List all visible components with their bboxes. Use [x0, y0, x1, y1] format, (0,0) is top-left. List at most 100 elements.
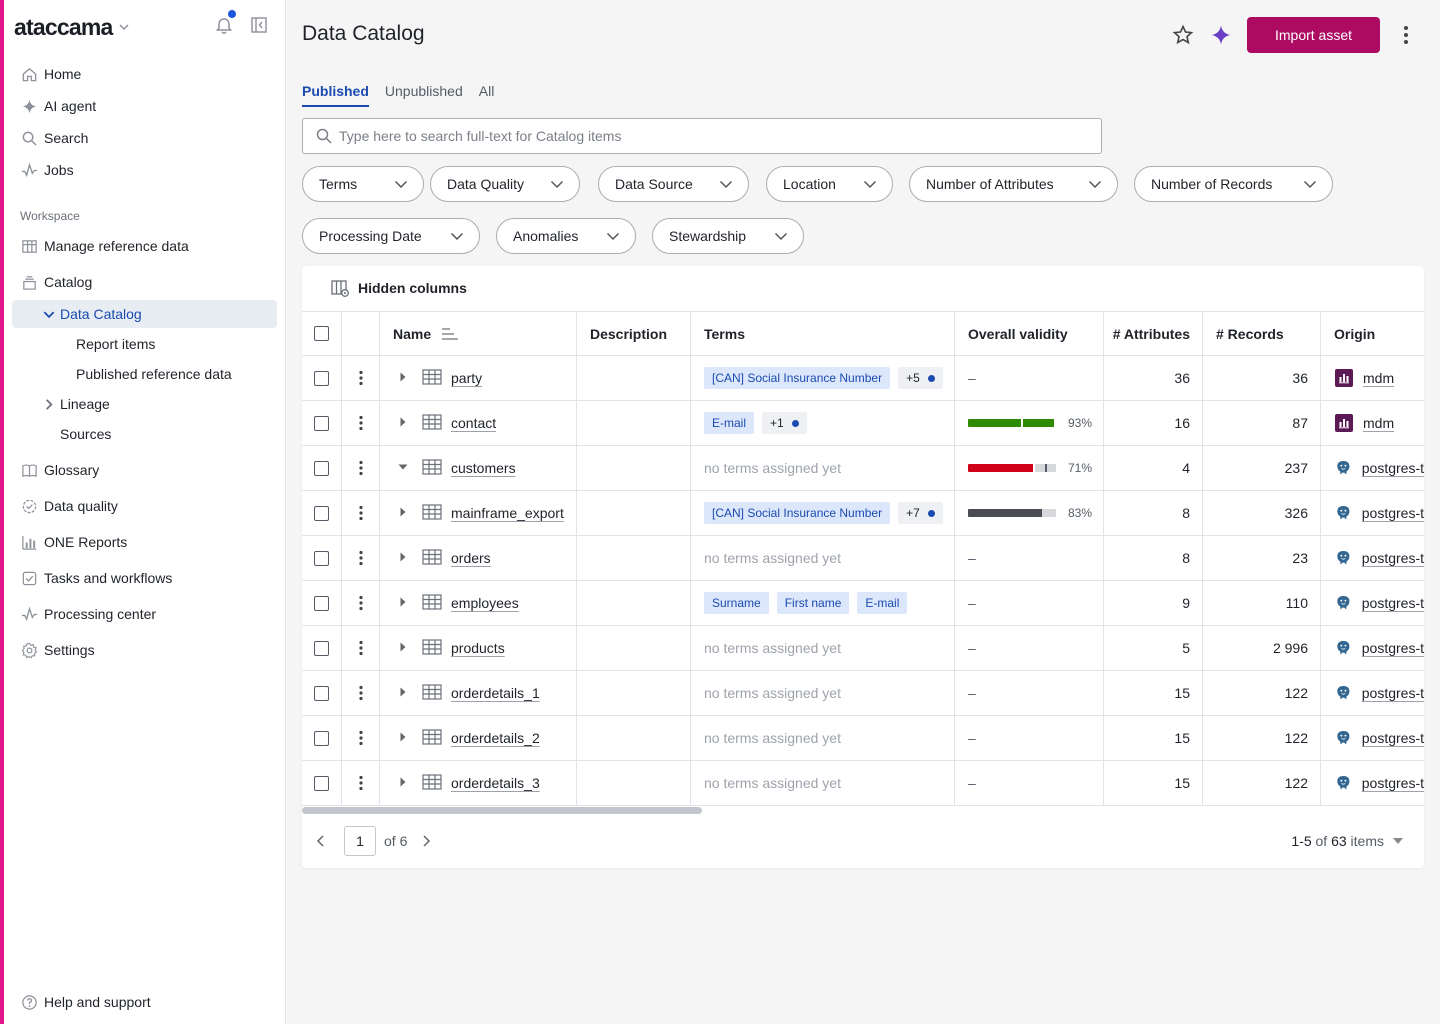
table-row[interactable]: products no terms assigned yet – 5 2 996 post… [302, 626, 1424, 671]
table-row[interactable]: contact E-mail +1 93% 16 87 mdm [302, 401, 1424, 446]
more-options-icon[interactable] [353, 595, 369, 611]
row-checkbox[interactable] [314, 370, 329, 386]
tab-all[interactable]: All [479, 83, 495, 107]
more-terms-chip[interactable]: +7 [898, 502, 943, 524]
asset-name-link[interactable]: employees [451, 595, 519, 611]
origin-link[interactable]: postgres-t [1362, 640, 1424, 656]
more-options-icon[interactable] [353, 415, 369, 431]
tab-published[interactable]: Published [302, 83, 369, 107]
sidebar-item-manage-reference-data[interactable]: Manage reference data [12, 232, 277, 260]
star-icon[interactable] [1172, 24, 1194, 46]
filter-number-of-attributes[interactable]: Number of Attributes [909, 166, 1118, 202]
more-options-icon[interactable] [353, 640, 369, 656]
brand-logo[interactable]: ataccama [14, 14, 113, 41]
sidebar-item-processing-center[interactable]: Processing center [12, 600, 277, 628]
chevron-right-icon[interactable] [419, 834, 433, 848]
term-chip[interactable]: [CAN] Social Insurance Number [704, 502, 891, 524]
asset-name-link[interactable]: orderdetails_2 [451, 730, 540, 746]
row-checkbox[interactable] [314, 640, 329, 656]
more-options-icon[interactable] [353, 505, 369, 521]
sort-icon[interactable] [441, 327, 459, 341]
filter-anomalies[interactable]: Anomalies [496, 218, 636, 254]
ai-sparkle-icon[interactable] [1210, 24, 1232, 46]
table-row[interactable]: orders no terms assigned yet – 8 23 postgres-… [302, 536, 1424, 581]
more-terms-chip[interactable]: +5 [898, 367, 943, 389]
origin-link[interactable]: postgres-t [1362, 550, 1424, 566]
tab-unpublished[interactable]: Unpublished [385, 83, 463, 107]
more-options-icon[interactable] [353, 685, 369, 701]
table-row[interactable]: customers no terms assigned yet 71% 4 237 pos… [302, 446, 1424, 491]
sidebar-item-glossary[interactable]: Glossary [12, 456, 277, 484]
sidebar-item-published-reference-data[interactable]: Published reference data [12, 360, 277, 388]
row-checkbox[interactable] [314, 460, 329, 476]
row-checkbox[interactable] [314, 730, 329, 746]
sidebar-item-data-quality[interactable]: Data quality [12, 492, 277, 520]
sidebar-item-report-items[interactable]: Report items [12, 330, 277, 358]
expand-icon[interactable] [397, 370, 409, 386]
sidebar-item-tasks-and-workflows[interactable]: Tasks and workflows [12, 564, 277, 592]
asset-name-link[interactable]: customers [451, 460, 516, 476]
sidebar-item-sources[interactable]: Sources [12, 420, 277, 448]
sidebar-item-home[interactable]: Home [12, 60, 277, 88]
more-options-icon[interactable] [1396, 24, 1416, 46]
filter-terms[interactable]: Terms [302, 166, 424, 202]
origin-link[interactable]: postgres-t [1362, 775, 1424, 791]
origin-link[interactable]: mdm [1363, 415, 1394, 431]
more-terms-chip[interactable]: +1 [762, 412, 807, 434]
chevron-down-icon[interactable] [42, 305, 56, 323]
column-header-overall-validity[interactable]: Overall validity [955, 312, 1104, 355]
chevron-down-icon[interactable] [118, 21, 130, 33]
sidebar-item-help-and-support[interactable]: Help and support [12, 988, 277, 1016]
asset-name-link[interactable]: orderdetails_1 [451, 685, 540, 701]
row-checkbox[interactable] [314, 505, 329, 521]
table-row[interactable]: orderdetails_1 no terms assigned yet – 15 12… [302, 671, 1424, 716]
filter-number-of-records[interactable]: Number of Records [1134, 166, 1333, 202]
sidebar-item-one-reports[interactable]: ONE Reports [12, 528, 277, 556]
term-chip[interactable]: E-mail [857, 592, 908, 614]
hidden-columns-button[interactable]: Hidden columns [330, 278, 467, 298]
import-asset-button[interactable]: Import asset [1247, 17, 1380, 53]
term-chip[interactable]: E-mail [704, 412, 755, 434]
more-options-icon[interactable] [353, 460, 369, 476]
horizontal-scrollbar[interactable] [302, 807, 1424, 815]
chevron-left-icon[interactable] [314, 834, 328, 848]
expand-icon[interactable] [397, 550, 409, 566]
asset-name-link[interactable]: party [451, 370, 482, 386]
expand-icon[interactable] [397, 505, 409, 521]
table-row[interactable]: party [CAN] Social Insurance Number +5 – 36 3… [302, 356, 1424, 401]
term-chip[interactable]: First name [776, 592, 850, 614]
sidebar-item-search[interactable]: Search [12, 124, 277, 152]
column-header-description[interactable]: Description [577, 312, 691, 355]
origin-link[interactable]: postgres-t [1362, 505, 1424, 521]
row-checkbox[interactable] [314, 685, 329, 701]
sidebar-item-data-catalog[interactable]: Data Catalog [12, 300, 277, 328]
column-header-records[interactable]: # Records [1203, 312, 1321, 355]
more-options-icon[interactable] [353, 370, 369, 386]
table-row[interactable]: orderdetails_2 no terms assigned yet – 15 12… [302, 716, 1424, 761]
column-header-attributes[interactable]: # Attributes [1104, 312, 1203, 355]
term-chip[interactable]: Surname [704, 592, 769, 614]
asset-name-link[interactable]: products [451, 640, 505, 656]
expand-icon[interactable] [397, 775, 409, 791]
column-header-origin[interactable]: Origin [1321, 312, 1424, 355]
origin-link[interactable]: mdm [1363, 370, 1394, 386]
expand-icon[interactable] [397, 595, 409, 611]
bell-icon[interactable] [214, 16, 234, 36]
sidebar-item-jobs[interactable]: Jobs [12, 156, 277, 184]
row-checkbox[interactable] [314, 775, 329, 791]
filter-processing-date[interactable]: Processing Date [302, 218, 480, 254]
table-row[interactable]: mainframe_export [CAN] Social Insurance N… [302, 491, 1424, 536]
asset-name-link[interactable]: orders [451, 550, 491, 566]
more-options-icon[interactable] [353, 775, 369, 791]
table-row[interactable]: employees Surname First name E-mail – 9 110 pos… [302, 581, 1424, 626]
select-all-checkbox[interactable] [314, 326, 329, 341]
column-header-terms[interactable]: Terms [691, 312, 955, 355]
filter-data-quality[interactable]: Data Quality [430, 166, 580, 202]
origin-link[interactable]: postgres-t [1362, 730, 1424, 746]
origin-link[interactable]: postgres-t [1362, 460, 1424, 476]
asset-name-link[interactable]: mainframe_export [451, 505, 564, 521]
expand-icon[interactable] [397, 685, 409, 701]
row-checkbox[interactable] [314, 595, 329, 611]
search-input[interactable] [339, 128, 1079, 144]
table-row[interactable]: orderdetails_3 no terms assigned yet – 15 12… [302, 761, 1424, 806]
